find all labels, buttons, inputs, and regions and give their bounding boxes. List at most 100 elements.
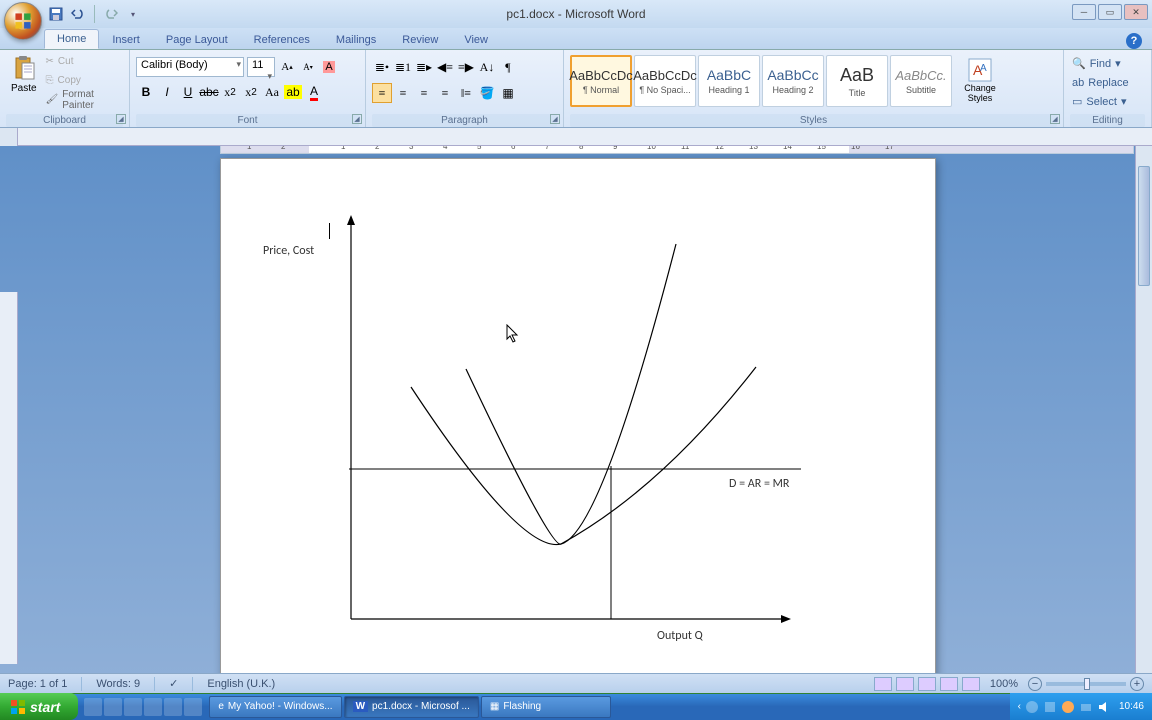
strikethrough-button[interactable]: abc xyxy=(199,82,219,102)
tab-references[interactable]: References xyxy=(241,30,323,49)
style-heading2[interactable]: AaBbCcHeading 2 xyxy=(762,55,824,107)
superscript-button[interactable]: x2 xyxy=(241,82,261,102)
zoom-out-button[interactable]: − xyxy=(1028,677,1042,691)
zoom-percent[interactable]: 100% xyxy=(990,678,1018,690)
view-web-layout[interactable] xyxy=(918,677,936,691)
find-button[interactable]: 🔍Find ▾ xyxy=(1070,55,1145,72)
multilevel-button[interactable]: ≣▸ xyxy=(414,57,434,77)
document-page[interactable]: Price, Cost D = AR = MR Output Q xyxy=(220,158,936,692)
tray-icon-4[interactable] xyxy=(1079,700,1093,714)
tray-expand-icon[interactable]: ‹ xyxy=(1018,701,1021,712)
decrease-indent-button[interactable]: ◀≡ xyxy=(435,57,455,77)
ql-icon-1[interactable] xyxy=(84,698,102,716)
view-outline[interactable] xyxy=(940,677,958,691)
font-dialog-launcher[interactable]: ◢ xyxy=(352,114,362,124)
cut-button[interactable]: ✂Cut xyxy=(46,53,123,70)
help-icon[interactable]: ? xyxy=(1126,33,1142,49)
subscript-button[interactable]: x2 xyxy=(220,82,240,102)
grow-font-button[interactable]: A▴ xyxy=(278,57,296,77)
clock[interactable]: 10:46 xyxy=(1119,701,1144,712)
style-normal[interactable]: AaBbCcDc¶ Normal xyxy=(570,55,632,107)
status-page[interactable]: Page: 1 of 1 xyxy=(8,678,67,690)
undo-icon[interactable] xyxy=(70,6,86,22)
view-print-layout[interactable] xyxy=(874,677,892,691)
vertical-scrollbar[interactable] xyxy=(1135,146,1152,692)
office-button[interactable] xyxy=(4,2,42,40)
align-left-button[interactable]: ≡ xyxy=(372,83,392,103)
zoom-in-button[interactable]: + xyxy=(1130,677,1144,691)
replace-button[interactable]: abReplace xyxy=(1070,74,1145,91)
save-icon[interactable] xyxy=(48,6,64,22)
horizontal-ruler[interactable]: 2 1 1 2 3 4 5 6 7 8 9 10 11 12 13 14 15 … xyxy=(220,146,1134,154)
view-draft[interactable] xyxy=(962,677,980,691)
increase-indent-button[interactable]: ≡▶ xyxy=(456,57,476,77)
minimize-button[interactable]: ─ xyxy=(1072,4,1096,20)
ql-icon-2[interactable] xyxy=(104,698,122,716)
start-button[interactable]: start xyxy=(0,693,78,720)
status-proofing-icon[interactable]: ✓ xyxy=(169,677,178,690)
style-heading1[interactable]: AaBbCHeading 1 xyxy=(698,55,760,107)
font-name-combo[interactable]: Calibri (Body) xyxy=(136,57,244,77)
italic-button[interactable]: I xyxy=(157,82,177,102)
copy-button[interactable]: ⎘Copy xyxy=(46,72,123,89)
justify-button[interactable]: ≡ xyxy=(435,83,455,103)
status-language[interactable]: English (U.K.) xyxy=(207,678,275,690)
view-full-screen[interactable] xyxy=(896,677,914,691)
styles-dialog-launcher[interactable]: ◢ xyxy=(1050,114,1060,124)
tab-view[interactable]: View xyxy=(451,30,501,49)
tab-page-layout[interactable]: Page Layout xyxy=(153,30,241,49)
ql-icon-4[interactable] xyxy=(144,698,162,716)
style-title[interactable]: AaBTitle xyxy=(826,55,888,107)
scroll-thumb[interactable] xyxy=(1138,166,1150,286)
tab-review[interactable]: Review xyxy=(389,30,451,49)
change-case-button[interactable]: Aa xyxy=(262,82,282,102)
line-spacing-button[interactable]: ‖≡ xyxy=(456,83,476,103)
tray-icon-2[interactable] xyxy=(1043,700,1057,714)
zoom-slider[interactable] xyxy=(1046,682,1126,686)
bold-button[interactable]: B xyxy=(136,82,156,102)
show-marks-button[interactable]: ¶ xyxy=(498,57,518,77)
redo-icon[interactable] xyxy=(103,6,119,22)
maximize-button[interactable]: ▭ xyxy=(1098,4,1122,20)
borders-button[interactable]: ▦ xyxy=(498,83,518,103)
task-yahoo[interactable]: eMy Yahoo! - Windows... xyxy=(209,696,341,718)
font-color-button[interactable]: A xyxy=(304,82,324,102)
ql-icon-3[interactable] xyxy=(124,698,142,716)
shrink-font-button[interactable]: A▾ xyxy=(299,57,317,77)
tab-mailings[interactable]: Mailings xyxy=(323,30,389,49)
align-center-button[interactable]: ≡ xyxy=(393,83,413,103)
tray-icon-1[interactable] xyxy=(1025,700,1039,714)
task-flashing[interactable]: ▦Flashing xyxy=(481,696,611,718)
ql-icon-6[interactable] xyxy=(184,698,202,716)
close-button[interactable]: ✕ xyxy=(1124,4,1148,20)
zoom-slider-thumb[interactable] xyxy=(1084,678,1090,690)
numbering-button[interactable]: ≣1 xyxy=(393,57,413,77)
format-painter-button[interactable]: 🖌Format Painter xyxy=(46,91,123,108)
clipboard-dialog-launcher[interactable]: ◢ xyxy=(116,114,126,124)
font-size-combo[interactable]: 11 xyxy=(247,57,275,77)
shading-button[interactable]: 🪣 xyxy=(477,83,497,103)
paragraph-dialog-launcher[interactable]: ◢ xyxy=(550,114,560,124)
tab-home[interactable]: Home xyxy=(44,29,99,49)
status-words[interactable]: Words: 9 xyxy=(96,678,140,690)
tab-insert[interactable]: Insert xyxy=(99,30,153,49)
bullets-button[interactable]: ≣• xyxy=(372,57,392,77)
align-right-button[interactable]: ≡ xyxy=(414,83,434,103)
paste-button[interactable]: Paste xyxy=(6,53,42,109)
vertical-ruler[interactable] xyxy=(0,292,18,664)
style-no-spacing[interactable]: AaBbCcDc¶ No Spaci... xyxy=(634,55,696,107)
style-subtitle[interactable]: AaBbCc.Subtitle xyxy=(890,55,952,107)
ql-icon-5[interactable] xyxy=(164,698,182,716)
change-styles-button[interactable]: AA Change Styles xyxy=(954,55,1006,109)
tray-icon-3[interactable] xyxy=(1061,700,1075,714)
highlight-button[interactable]: ab xyxy=(283,82,303,102)
underline-button[interactable]: U xyxy=(178,82,198,102)
tray-volume-icon[interactable] xyxy=(1097,700,1111,714)
sort-button[interactable]: A↓ xyxy=(477,57,497,77)
task-word[interactable]: Wpc1.docx - Microsof ... xyxy=(344,696,479,718)
qat-customize-icon[interactable]: ▾ xyxy=(125,6,141,22)
system-tray[interactable]: ‹ 10:46 xyxy=(1010,693,1152,720)
ruler-corner[interactable] xyxy=(0,128,18,146)
select-button[interactable]: ▭Select ▾ xyxy=(1070,93,1145,110)
clear-formatting-button[interactable]: A xyxy=(320,57,338,77)
